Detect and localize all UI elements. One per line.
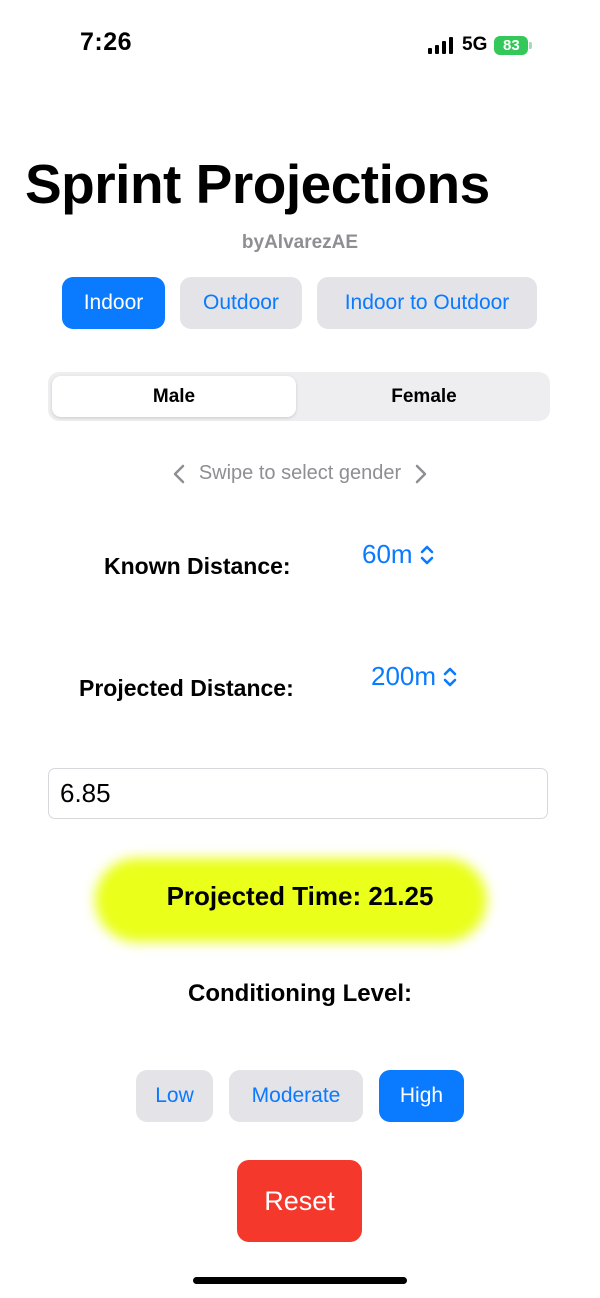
status-time: 7:26 xyxy=(80,28,133,56)
network-label: 5G xyxy=(462,34,488,55)
conditioning-moderate-button[interactable]: Moderate xyxy=(229,1070,363,1122)
page-title: Sprint Projections xyxy=(25,153,490,215)
segment-female[interactable]: Female xyxy=(302,376,546,417)
gender-segmented-control: Male Female xyxy=(48,372,550,421)
known-distance-label: Known Distance: xyxy=(104,553,291,579)
swipe-hint-text: Swipe to select gender xyxy=(198,462,402,484)
swipe-hint: Swipe to select gender xyxy=(0,462,600,485)
known-time-value: 6.85 xyxy=(60,778,111,808)
chevron-left-icon xyxy=(173,464,185,483)
app-screen: 7:26 5G 83 Sprint Projections byAlvarezA… xyxy=(0,0,600,1298)
conditioning-level-label: Conditioning Level: xyxy=(188,980,412,1007)
projected-distance-value: 200m xyxy=(371,661,437,691)
known-distance-picker[interactable]: 60m xyxy=(362,539,435,570)
status-indicators: 5G 83 xyxy=(428,33,533,57)
tab-indoor-to-outdoor[interactable]: Indoor to Outdoor xyxy=(317,277,537,329)
projected-distance-label: Projected Distance: xyxy=(79,675,294,701)
known-distance-value: 60m xyxy=(362,539,413,569)
tab-indoor[interactable]: Indoor xyxy=(62,277,165,329)
battery-tip xyxy=(529,41,533,49)
conditioning-low-button[interactable]: Low xyxy=(136,1070,213,1122)
conditioning-high-button[interactable]: High xyxy=(379,1070,464,1122)
known-time-input[interactable]: 6.85 xyxy=(48,768,548,819)
author-byline: byAlvarezAE xyxy=(241,232,359,253)
projected-distance-picker[interactable]: 200m xyxy=(371,661,458,692)
chevron-up-down-icon xyxy=(420,545,433,564)
projected-time-result: Projected Time: 21.25 xyxy=(166,881,434,911)
battery-level: 83 xyxy=(503,36,520,54)
battery-charging-icon: 83 xyxy=(494,35,529,55)
signal-bars-icon xyxy=(428,36,453,54)
segment-male[interactable]: Male xyxy=(52,376,296,417)
reset-button[interactable]: Reset xyxy=(237,1160,362,1242)
chevron-right-icon xyxy=(415,464,427,483)
home-indicator[interactable] xyxy=(193,1277,407,1284)
chevron-up-down-icon xyxy=(443,667,457,686)
tab-outdoor[interactable]: Outdoor xyxy=(180,277,302,329)
